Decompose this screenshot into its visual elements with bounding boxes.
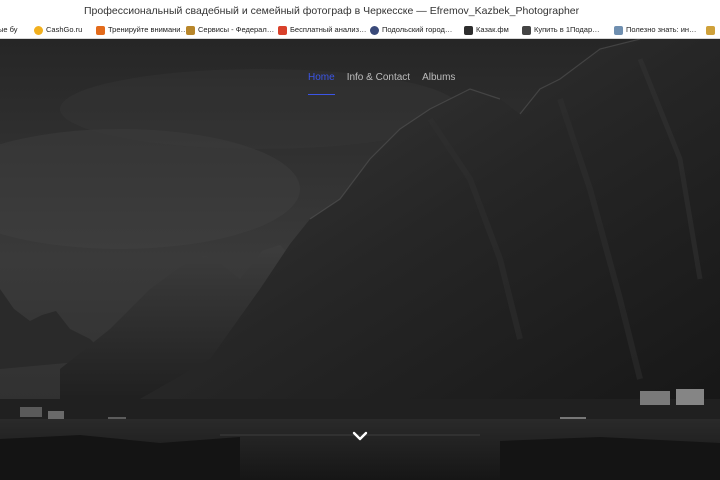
window-title: Профессиональный свадебный и семейный фо… xyxy=(84,5,580,17)
bookmark-label: Бесплатный анализ… xyxy=(290,25,367,34)
chevron-down-icon xyxy=(352,431,368,441)
calendar-icon xyxy=(278,25,287,35)
bookmark-page-icon xyxy=(522,25,531,35)
bookmark-item[interactable]: Тренируйте внимани… xyxy=(96,22,188,38)
bookmark-label: Полезно знать: ин… xyxy=(626,25,697,34)
bookmarks-bar: ые бу CashGo.ru Тренируйте внимани… Серв… xyxy=(0,22,720,39)
bookmark-page-icon xyxy=(706,25,715,35)
bookmark-item[interactable]: CashGo.ru xyxy=(34,22,82,38)
scroll-down-button[interactable] xyxy=(352,430,368,444)
bookmark-item[interactable]: Сервисы - Федерал… xyxy=(186,22,274,38)
mountain-landscape-image xyxy=(0,39,720,480)
bookmark-label: Сервисы - Федерал… xyxy=(198,25,275,34)
bookmark-item[interactable]: ые бу xyxy=(0,22,18,38)
bookmark-label: Тренируйте внимани… xyxy=(108,25,188,34)
bookmark-label: ые бу xyxy=(0,25,18,34)
bookmark-page-icon xyxy=(186,25,195,35)
hero-background-photo: Home Info & Contact Albums xyxy=(0,39,720,480)
main-navigation: Home Info & Contact Albums xyxy=(308,71,455,95)
bookmark-item[interactable] xyxy=(706,22,715,38)
bookmark-item[interactable]: Подольский город… xyxy=(370,22,452,38)
nav-albums[interactable]: Albums xyxy=(422,71,455,91)
browser-title-bar: Профессиональный свадебный и семейный фо… xyxy=(0,0,720,22)
bookmark-page-icon xyxy=(370,25,379,35)
nav-info-contact[interactable]: Info & Contact xyxy=(347,71,410,91)
bookmark-page-icon xyxy=(614,25,623,35)
nav-home[interactable]: Home xyxy=(308,71,335,95)
bookmark-page-icon xyxy=(464,25,473,35)
cashgo-icon xyxy=(34,25,43,35)
bookmark-label: Купить в 1Подар… xyxy=(534,25,600,34)
bookmark-label: CashGo.ru xyxy=(46,25,83,34)
bookmark-page-icon xyxy=(96,25,105,35)
bookmark-item[interactable]: Купить в 1Подар… xyxy=(522,22,600,38)
bookmark-item[interactable]: Полезно знать: ин… xyxy=(614,22,697,38)
bookmark-item[interactable]: Казак.фм xyxy=(464,22,509,38)
bookmark-label: Казак.фм xyxy=(476,25,509,34)
bookmark-label: Подольский город… xyxy=(382,25,453,34)
bookmark-item[interactable]: Бесплатный анализ… xyxy=(278,22,367,38)
